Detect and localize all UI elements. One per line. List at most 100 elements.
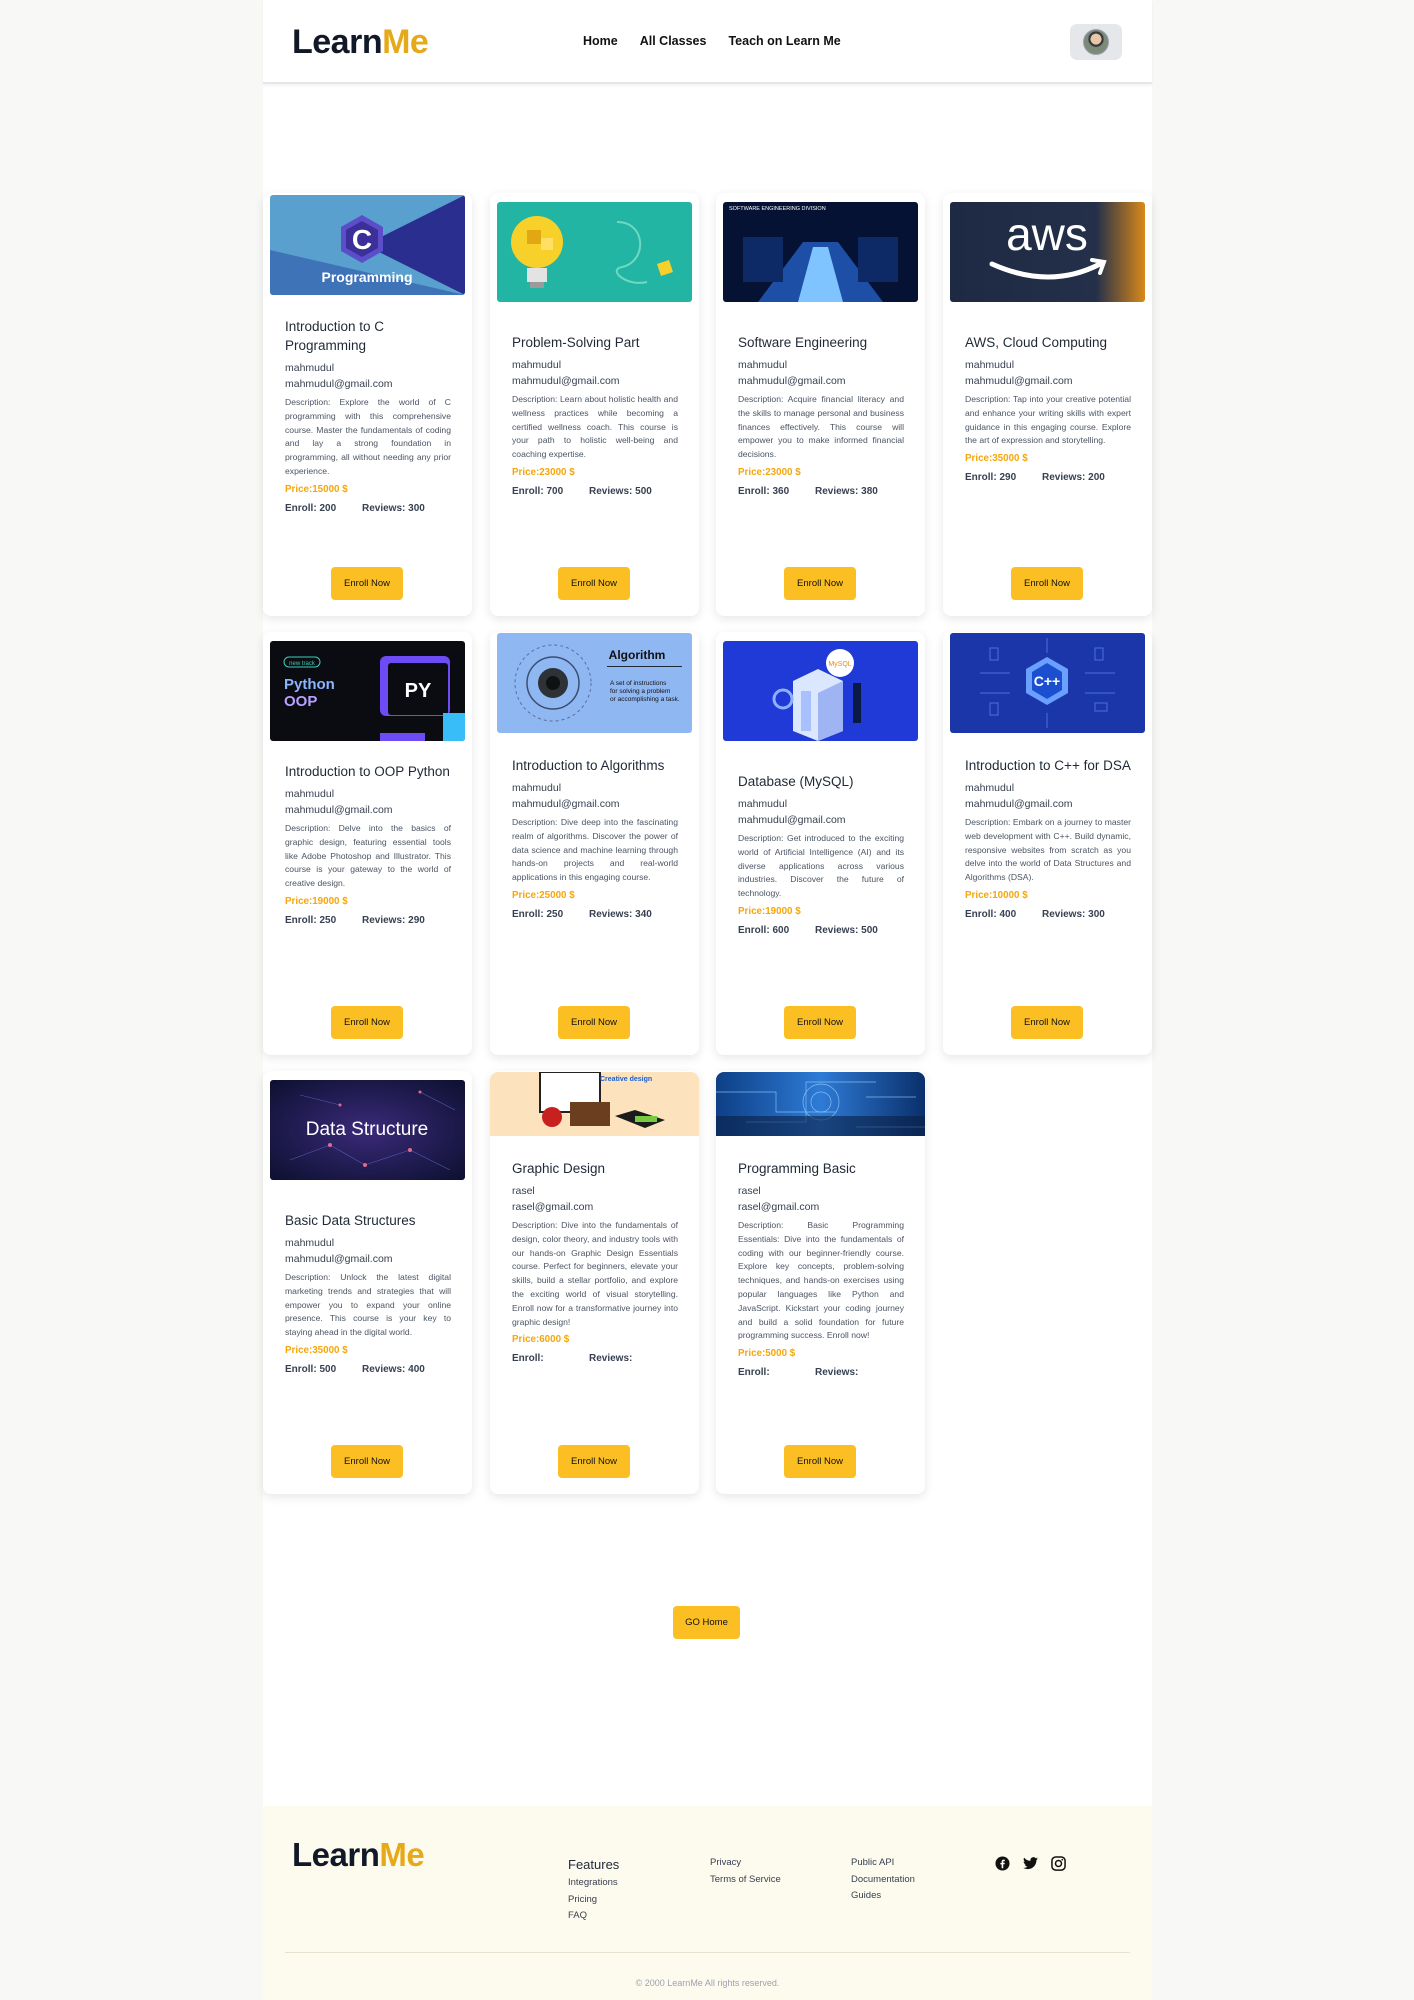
footer-col-dev: Public API Documentation Guides <box>851 1855 915 1905</box>
course-price: Price:25000 $ <box>512 889 575 901</box>
go-home-button[interactable]: GO Home <box>673 1606 740 1639</box>
enroll-now-button[interactable]: Enroll Now <box>1011 1006 1083 1039</box>
enroll-now-button[interactable]: Enroll Now <box>784 1006 856 1039</box>
course-card: MySQL Database (MySQL) mahmudul mahmudul… <box>716 632 925 1055</box>
course-email: mahmudul@gmail.com <box>738 814 846 826</box>
enroll-count: Enroll: 200 <box>285 502 337 514</box>
footer-link-faq[interactable]: FAQ <box>568 1908 619 1925</box>
course-card: C Programming Introduction to C Programm… <box>263 193 472 616</box>
image-caption: MySQL <box>828 661 851 668</box>
course-info: Problem-Solving Part mahmudul mahmudul@g… <box>512 333 678 497</box>
course-title: Introduction to C Programming <box>285 319 385 353</box>
review-count: Reviews: 300 <box>362 502 425 514</box>
course-image: C++ <box>950 633 1145 733</box>
course-description: Description: Dive deep into the fascinat… <box>512 817 678 883</box>
enroll-now-button[interactable]: Enroll Now <box>558 1006 630 1039</box>
facebook-icon[interactable] <box>993 1854 1011 1872</box>
enroll-now-button[interactable]: Enroll Now <box>1011 567 1083 600</box>
review-count: Reviews: 340 <box>589 908 652 920</box>
course-info: Basic Data Structures mahmudul mahmudul@… <box>285 1211 451 1375</box>
course-author: mahmudul <box>738 798 788 810</box>
course-description: Description: Tap into your creative pote… <box>965 394 1131 446</box>
course-info: Introduction to Algorithms mahmudul mahm… <box>512 756 678 920</box>
course-info: Database (MySQL) mahmudul mahmudul@gmail… <box>738 772 904 936</box>
instagram-icon[interactable] <box>1049 1854 1067 1872</box>
course-author: mahmudul <box>738 359 788 371</box>
footer-link-guides[interactable]: Guides <box>851 1888 915 1905</box>
course-title: Introduction to OOP Python <box>285 764 450 779</box>
course-author: mahmudul <box>285 362 335 374</box>
review-count: Reviews: 290 <box>362 914 425 926</box>
footer-link-integrations[interactable]: Integrations <box>568 1875 619 1892</box>
footer-col-features: Features Integrations Pricing FAQ <box>568 1855 619 1925</box>
footer-link-documentation[interactable]: Documentation <box>851 1872 915 1889</box>
svg-text:A set of instructions: A set of instructions <box>610 680 667 687</box>
enroll-now-button[interactable]: Enroll Now <box>784 567 856 600</box>
course-price: Price:19000 $ <box>285 895 348 907</box>
footer-heading: Features <box>568 1857 620 1872</box>
profile-button[interactable] <box>1070 24 1122 60</box>
course-author: mahmudul <box>965 359 1015 371</box>
copyright: © 2000 LearnMe All rights reserved. <box>635 1978 780 1988</box>
image-tag: new track <box>289 661 316 667</box>
course-stats: Enroll: 200 Reviews: 300 <box>285 503 451 514</box>
course-title: Software Engineering <box>738 335 868 350</box>
course-info: Introduction to C Programming mahmudul m… <box>285 317 451 514</box>
course-card: Programming Basic rasel rasel@gmail.com … <box>716 1071 925 1494</box>
enroll-now-button[interactable]: Enroll Now <box>331 1445 403 1478</box>
nav-teach[interactable]: Teach on Learn Me <box>728 34 840 48</box>
course-author: mahmudul <box>965 782 1015 794</box>
enroll-count: Enroll: 250 <box>512 908 564 920</box>
review-count: Reviews: 380 <box>815 485 878 497</box>
review-count: Reviews: 200 <box>1042 472 1105 484</box>
footer-divider <box>285 1952 1130 1953</box>
footer-link-public-api[interactable]: Public API <box>851 1855 915 1872</box>
review-count: Reviews: <box>815 1367 859 1379</box>
enroll-count: Enroll: 500 <box>285 1363 337 1375</box>
course-image: Data Structure <box>270 1080 465 1180</box>
course-price: Price:10000 $ <box>965 889 1028 901</box>
image-caption: aws <box>1006 208 1088 260</box>
course-price: Price:5000 $ <box>738 1348 796 1360</box>
social-links <box>993 1854 1067 1872</box>
enroll-now-button[interactable]: Enroll Now <box>558 1445 630 1478</box>
course-info: Introduction to C++ for DSA mahmudul mah… <box>965 756 1131 920</box>
footer: LearnMe Features Integrations Pricing FA… <box>263 1806 1152 2000</box>
twitter-icon[interactable] <box>1021 1854 1039 1872</box>
nav-all-classes[interactable]: All Classes <box>640 34 707 48</box>
review-count: Reviews: <box>589 1353 633 1365</box>
course-title: Database (MySQL) <box>738 774 854 789</box>
course-author: rasel <box>512 1185 535 1197</box>
course-title: Introduction to Algorithms <box>512 758 665 773</box>
course-email: rasel@gmail.com <box>738 1201 820 1213</box>
review-count: Reviews: 500 <box>589 485 652 497</box>
course-card: aws AWS, Cloud Computing mahmudul mahmud… <box>943 193 1152 616</box>
enroll-count: Enroll: 360 <box>738 485 790 497</box>
course-email: mahmudul@gmail.com <box>738 375 846 387</box>
logo[interactable]: LearnMe <box>292 23 429 62</box>
enroll-now-button[interactable]: Enroll Now <box>331 567 403 600</box>
course-email: mahmudul@gmail.com <box>965 798 1073 810</box>
course-image: SOFTWARE ENGINEERING DIVISION <box>723 202 918 302</box>
course-author: mahmudul <box>512 359 562 371</box>
nav-home[interactable]: Home <box>583 34 618 48</box>
course-image: aws <box>950 202 1145 302</box>
enroll-count: Enroll: 700 <box>512 485 564 497</box>
image-caption: Creative design <box>600 1076 652 1083</box>
image-badge: PY <box>405 680 432 702</box>
footer-link-pricing[interactable]: Pricing <box>568 1892 619 1909</box>
footer-link-terms[interactable]: Terms of Service <box>710 1872 781 1889</box>
image-caption: Python <box>284 676 335 693</box>
course-description: Description: Dive into the fundamentals … <box>512 1220 678 1327</box>
review-count: Reviews: 300 <box>1042 908 1105 920</box>
course-stats: Enroll: 250 Reviews: 340 <box>512 909 678 920</box>
enroll-now-button[interactable]: Enroll Now <box>784 1445 856 1478</box>
course-title: Programming Basic <box>738 1161 856 1176</box>
enroll-now-button[interactable]: Enroll Now <box>331 1006 403 1039</box>
footer-link-privacy[interactable]: Privacy <box>710 1855 781 1872</box>
course-info: Introduction to OOP Python mahmudul mahm… <box>285 762 451 926</box>
enroll-now-button[interactable]: Enroll Now <box>558 567 630 600</box>
course-title: Introduction to C++ for DSA <box>965 758 1131 773</box>
footer-logo[interactable]: LearnMe <box>292 1836 425 1874</box>
course-card: PY new track Python OOP Introduction to … <box>263 632 472 1055</box>
